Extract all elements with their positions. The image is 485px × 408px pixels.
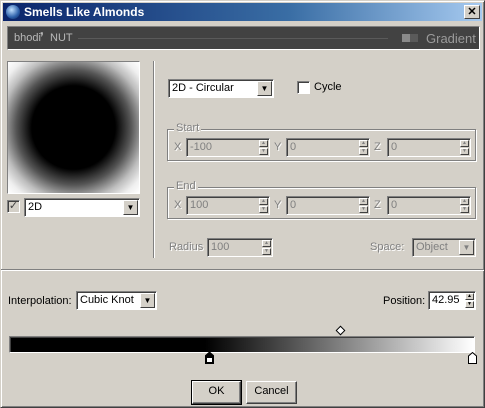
banner-divider bbox=[78, 38, 388, 39]
banner-logo-nut: NUT bbox=[50, 32, 73, 44]
spin-down-icon[interactable]: ▼ bbox=[460, 148, 469, 155]
space-label: Space: bbox=[370, 241, 405, 253]
dialog-window: Smells Like Almonds ✕ bhodi ❜ NUT Gradie… bbox=[0, 0, 485, 408]
position-spinner[interactable]: 42.95 ▲ ▼ bbox=[428, 291, 476, 310]
spin-up-icon[interactable]: ▲ bbox=[460, 140, 469, 147]
close-button[interactable]: ✕ bbox=[464, 5, 480, 19]
end-z-label: Z bbox=[374, 199, 381, 211]
window-title: Smells Like Almonds bbox=[24, 5, 145, 19]
radius-label: Radius bbox=[169, 241, 204, 253]
end-x-value: 100 bbox=[190, 199, 209, 211]
spin-up-icon[interactable]: ▲ bbox=[460, 198, 469, 205]
start-y-spinner[interactable]: 0 ▲ ▼ bbox=[286, 138, 370, 157]
spin-up-icon[interactable]: ▲ bbox=[465, 293, 474, 300]
interpolation-select[interactable]: Cubic Knot ▼ bbox=[76, 291, 157, 310]
start-group-title: Start bbox=[174, 122, 202, 134]
position-value: 42.95 bbox=[432, 294, 460, 306]
flame-icon: ❜ bbox=[40, 30, 44, 44]
interpolation-value: Cubic Knot bbox=[80, 294, 134, 306]
end-z-value: 0 bbox=[391, 199, 398, 211]
horizontal-divider bbox=[1, 269, 484, 271]
end-group-title: End bbox=[174, 180, 198, 192]
color-stop-black[interactable] bbox=[205, 352, 214, 364]
radius-value: 100 bbox=[211, 241, 230, 253]
start-x-spinner[interactable]: -100 ▲ ▼ bbox=[186, 138, 270, 157]
spin-down-icon[interactable]: ▼ bbox=[262, 248, 271, 255]
gradient-type-value: 2D - Circular bbox=[172, 82, 234, 94]
midpoint-diamond[interactable] bbox=[335, 325, 346, 336]
spin-down-icon[interactable]: ▼ bbox=[359, 206, 368, 213]
end-y-spinner[interactable]: 0 ▲ ▼ bbox=[286, 196, 370, 215]
cycle-checkbox[interactable] bbox=[297, 81, 310, 94]
spin-down-icon[interactable]: ▼ bbox=[359, 148, 368, 155]
end-y-value: 0 bbox=[290, 199, 297, 211]
radius-spinner[interactable]: 100 ▲ ▼ bbox=[207, 238, 273, 257]
start-x-label: X bbox=[174, 141, 182, 153]
position-label: Position: bbox=[383, 295, 426, 307]
chevron-down-icon[interactable]: ▼ bbox=[123, 200, 138, 215]
spin-up-icon[interactable]: ▲ bbox=[259, 198, 268, 205]
gradient-bar[interactable] bbox=[9, 336, 475, 353]
cycle-label: Cycle bbox=[314, 81, 342, 93]
chevron-down-icon[interactable]: ▼ bbox=[140, 293, 155, 308]
spin-up-icon[interactable]: ▲ bbox=[262, 240, 271, 247]
vertical-divider bbox=[153, 61, 155, 258]
gradient-preview bbox=[7, 61, 140, 194]
gradient-type-select[interactable]: 2D - Circular ▼ bbox=[168, 79, 274, 98]
end-x-spinner[interactable]: 100 ▲ ▼ bbox=[186, 196, 270, 215]
ok-button[interactable]: OK bbox=[191, 380, 242, 405]
start-z-label: Z bbox=[374, 141, 381, 153]
spin-up-icon[interactable]: ▲ bbox=[259, 140, 268, 147]
start-y-value: 0 bbox=[290, 141, 297, 153]
spin-up-icon[interactable]: ▲ bbox=[359, 140, 368, 147]
app-icon bbox=[6, 5, 20, 19]
spin-up-icon[interactable]: ▲ bbox=[359, 198, 368, 205]
spin-down-icon[interactable]: ▼ bbox=[259, 148, 268, 155]
color-stop-white[interactable] bbox=[468, 352, 477, 364]
end-x-label: X bbox=[174, 199, 182, 211]
spin-down-icon[interactable]: ▼ bbox=[465, 301, 474, 308]
spin-down-icon[interactable]: ▼ bbox=[259, 206, 268, 213]
end-z-spinner[interactable]: 0 ▲ ▼ bbox=[387, 196, 471, 215]
cancel-button[interactable]: Cancel bbox=[246, 381, 297, 404]
end-y-label: Y bbox=[274, 199, 282, 211]
start-y-label: Y bbox=[274, 141, 282, 153]
spin-down-icon[interactable]: ▼ bbox=[460, 206, 469, 213]
banner-title: Gradient bbox=[426, 31, 476, 46]
chevron-down-icon[interactable]: ▼ bbox=[459, 240, 474, 255]
start-x-value: -100 bbox=[190, 141, 213, 153]
start-z-value: 0 bbox=[391, 141, 398, 153]
space-value: Object bbox=[416, 241, 448, 253]
title-bar[interactable]: Smells Like Almonds ✕ bbox=[3, 3, 482, 21]
gradient-swatch-icon bbox=[402, 34, 418, 42]
preview-mode-value: 2D bbox=[28, 201, 43, 213]
preview-enable-checkbox[interactable]: ✓ bbox=[7, 200, 20, 213]
chevron-down-icon[interactable]: ▼ bbox=[257, 81, 272, 96]
preview-mode-select[interactable]: 2D ▼ bbox=[24, 198, 140, 217]
banner-logo-text: bhodi bbox=[14, 32, 41, 44]
plugin-banner: bhodi ❜ NUT Gradient bbox=[7, 26, 480, 50]
interpolation-label: Interpolation: bbox=[8, 295, 72, 307]
start-z-spinner[interactable]: 0 ▲ ▼ bbox=[387, 138, 471, 157]
space-select[interactable]: Object ▼ bbox=[412, 238, 476, 257]
